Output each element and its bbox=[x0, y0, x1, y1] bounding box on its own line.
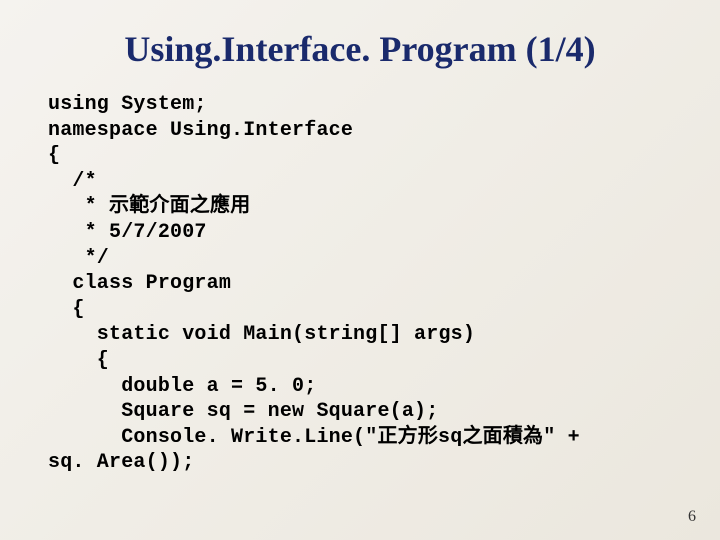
code-line: * 示範介面之應用 bbox=[48, 195, 250, 218]
code-line: */ bbox=[48, 247, 109, 270]
code-line: using System; bbox=[48, 93, 207, 116]
slide-container: Using.Interface. Program (1/4) using Sys… bbox=[0, 0, 720, 540]
code-line: namespace Using.Interface bbox=[48, 119, 353, 142]
code-line: static void Main(string[] args) bbox=[48, 323, 475, 346]
code-line: Square sq = new Square(a); bbox=[48, 400, 438, 423]
code-line: /* bbox=[48, 170, 97, 193]
code-line: { bbox=[48, 144, 60, 167]
code-line: double a = 5. 0; bbox=[48, 375, 316, 398]
code-line: { bbox=[48, 349, 109, 372]
code-block: using System; namespace Using.Interface … bbox=[48, 92, 672, 476]
code-line: Console. Write.Line("正方形sq之面積為" + bbox=[48, 426, 580, 449]
slide-title: Using.Interface. Program (1/4) bbox=[48, 28, 672, 70]
code-line: class Program bbox=[48, 272, 231, 295]
code-line: * 5/7/2007 bbox=[48, 221, 207, 244]
page-number: 6 bbox=[688, 508, 696, 526]
code-line: { bbox=[48, 298, 85, 321]
code-line: sq. Area()); bbox=[48, 451, 194, 474]
